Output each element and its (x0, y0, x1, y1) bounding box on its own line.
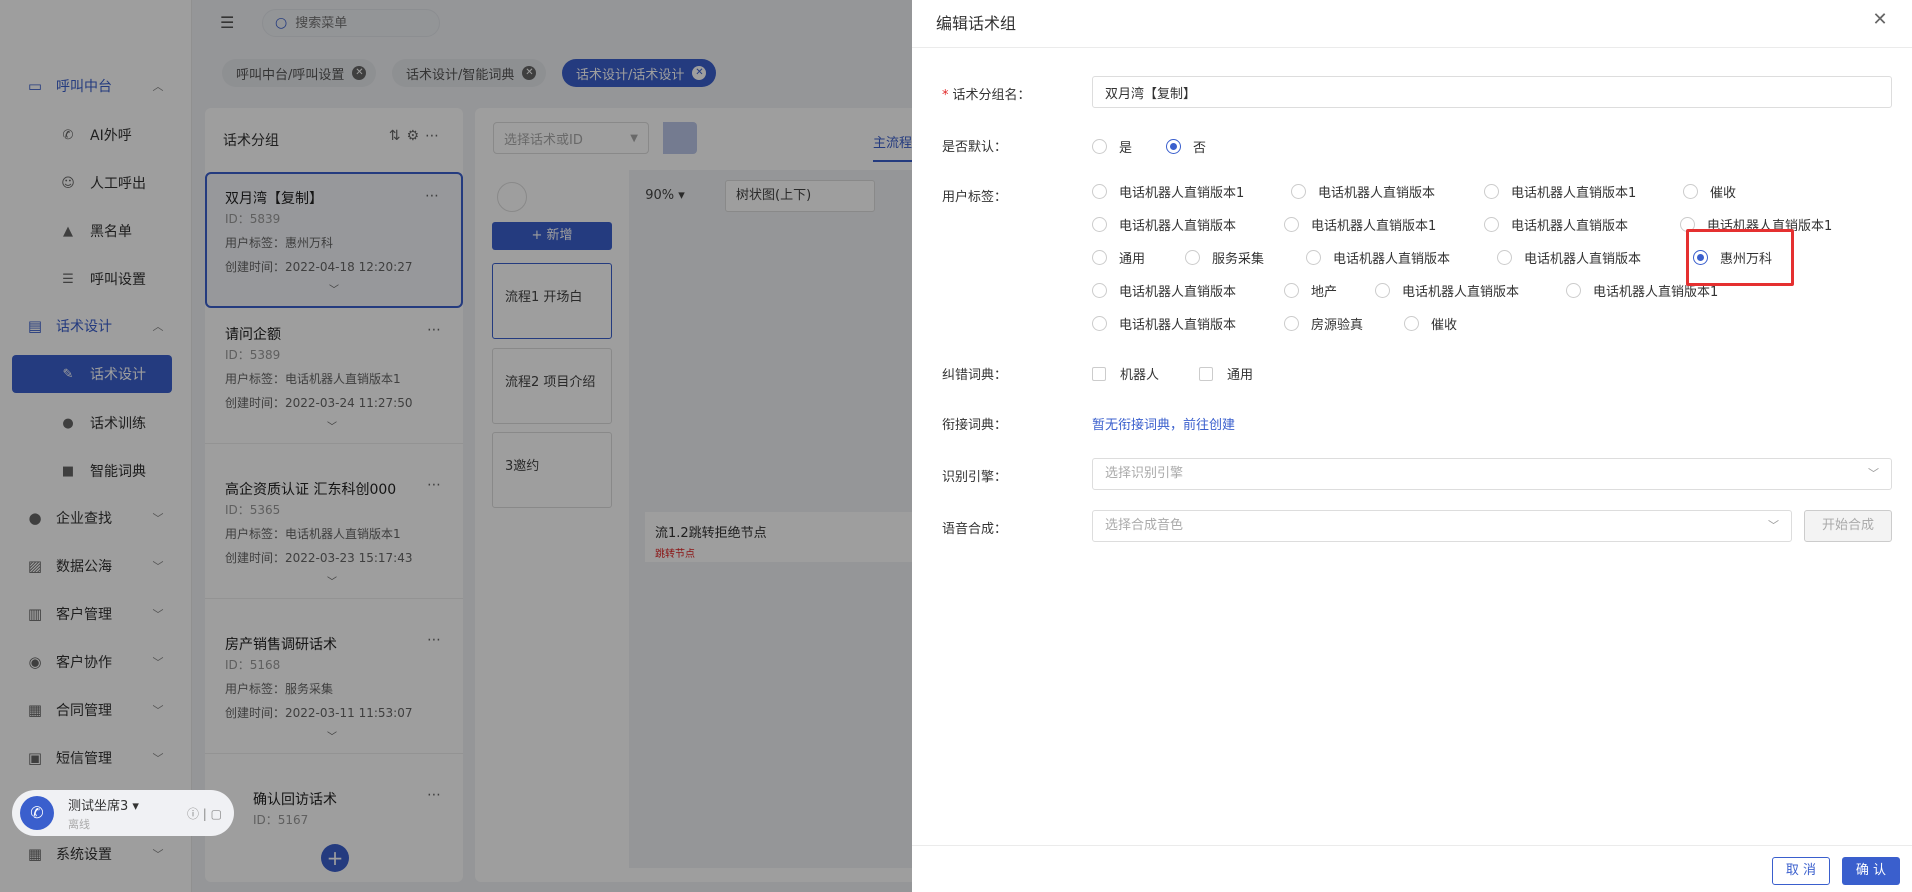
info-icon[interactable]: ⓘ (187, 807, 199, 821)
tag-radio[interactable]: 催收 (1404, 314, 1457, 333)
tag-radio[interactable]: 电话机器人直销版本1 (1092, 182, 1244, 201)
seat-name: 测试坐席3 (68, 798, 129, 814)
chevron-down-icon: ﹀ (1768, 519, 1779, 532)
link-dictionary-label: 衔接词典： (942, 418, 1008, 433)
tag-radio[interactable]: 催收 (1683, 182, 1736, 201)
tag-radio-selected[interactable]: 惠州万科 (1693, 248, 1772, 267)
modal-overlay[interactable]: ✆ 测试坐席3 ▾ 离线 ⓘ | ▢ (0, 0, 912, 892)
cancel-button[interactable]: 取 消 (1772, 857, 1830, 885)
tts-voice-select[interactable]: 选择合成音色 ﹀ (1092, 510, 1792, 542)
chevron-down-icon: ﹀ (1868, 467, 1879, 480)
tag-radio[interactable]: 电话机器人直销版本1 (1680, 215, 1832, 234)
tag-radio[interactable]: 电话机器人直销版本 (1497, 248, 1641, 267)
correction-dictionary-label: 纠错词典： (942, 368, 1008, 383)
tag-radio[interactable]: 电话机器人直销版本 (1092, 314, 1236, 333)
correction-checkbox-robot[interactable]: 机器人 (1092, 364, 1159, 383)
edit-script-group-drawer: 编辑话术组 ✕ *话术分组名： 是否默认： 是 否 用户标签： 电话机器人直销版… (912, 0, 1912, 892)
phone-icon[interactable]: ✆ (20, 796, 54, 830)
engine-select[interactable]: 选择识别引擎 ﹀ (1092, 458, 1892, 490)
close-icon[interactable]: ✕ (1868, 8, 1892, 32)
engine-label: 识别引擎： (942, 470, 1008, 485)
confirm-button[interactable]: 确 认 (1842, 857, 1900, 885)
tag-radio[interactable]: 电话机器人直销版本 (1092, 281, 1236, 300)
create-link-dictionary-link[interactable]: 暂无衔接词典，前往创建 (1092, 414, 1235, 433)
tag-radio[interactable]: 电话机器人直销版本 (1484, 215, 1628, 234)
tts-label: 语音合成： (942, 522, 1008, 537)
group-name-label: * 话术分组名： (942, 88, 1031, 103)
seat-status-widget[interactable]: ✆ 测试坐席3 ▾ 离线 ⓘ | ▢ (12, 790, 234, 836)
tag-radio[interactable]: 地产 (1284, 281, 1337, 300)
tag-radio[interactable]: 房源验真 (1284, 314, 1363, 333)
default-no-radio[interactable]: 否 (1166, 137, 1206, 156)
tag-radio[interactable]: 电话机器人直销版本1 (1284, 215, 1436, 234)
tag-radio[interactable]: 电话机器人直销版本 (1306, 248, 1450, 267)
tag-radio[interactable]: 电话机器人直销版本 (1375, 281, 1519, 300)
drawer-title: 编辑话术组 (936, 14, 1017, 33)
start-synthesis-button[interactable]: 开始合成 (1804, 510, 1892, 542)
tag-radio[interactable]: 通用 (1092, 248, 1145, 267)
tag-radio[interactable]: 电话机器人直销版本1 (1566, 281, 1718, 300)
default-label: 是否默认： (942, 140, 1008, 155)
seat-status: 离线 (68, 817, 90, 831)
tag-radio[interactable]: 电话机器人直销版本 (1291, 182, 1435, 201)
group-name-input[interactable] (1092, 76, 1892, 108)
expand-icon[interactable]: ▢ (211, 807, 222, 821)
correction-checkbox-general[interactable]: 通用 (1199, 364, 1253, 383)
tag-radio[interactable]: 服务采集 (1185, 248, 1264, 267)
user-tags-label: 用户标签： (942, 190, 1008, 205)
tag-radio[interactable]: 电话机器人直销版本 (1092, 215, 1236, 234)
default-yes-radio[interactable]: 是 (1092, 137, 1132, 156)
tag-radio[interactable]: 电话机器人直销版本1 (1484, 182, 1636, 201)
